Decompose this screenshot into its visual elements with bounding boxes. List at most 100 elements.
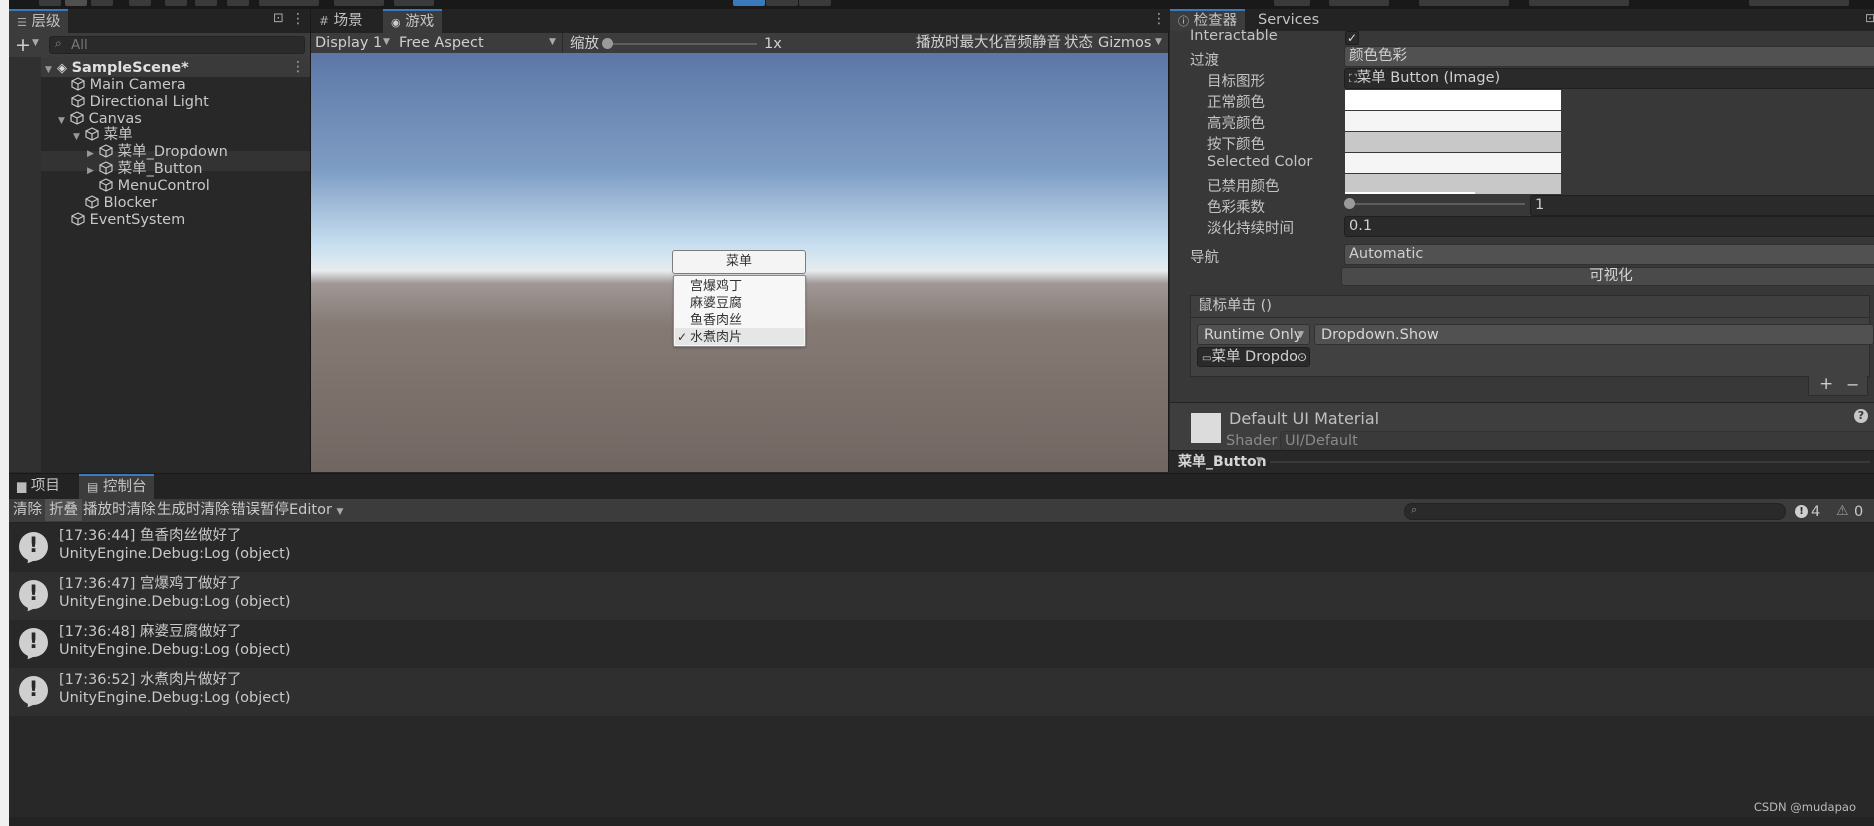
chevron-down-icon: ▼ xyxy=(383,37,390,47)
console-search-input[interactable]: ⌕ xyxy=(1404,503,1786,520)
pause-button[interactable] xyxy=(766,0,798,6)
search-icon: ⌕ xyxy=(55,36,62,50)
scale-slider-track[interactable] xyxy=(607,43,757,45)
dropdown-option-selected[interactable]: 水煮肉片 xyxy=(690,329,742,346)
toolbar-button[interactable] xyxy=(129,0,151,6)
info-log-icon xyxy=(19,628,48,657)
tab-project-label: 项目 xyxy=(30,478,60,494)
stats-toggle[interactable]: 状态 xyxy=(1064,33,1093,53)
tab-game[interactable]: ◉ 游戏 xyxy=(383,9,443,33)
chevron-down-icon[interactable]: ▼ xyxy=(32,38,39,48)
interactable-label: Interactable xyxy=(1190,28,1278,44)
color-multiplier-input[interactable]: 1 xyxy=(1530,195,1874,216)
collapse-toggle[interactable]: 折叠 xyxy=(45,499,82,521)
target-graphic-field[interactable]: ⛶菜单 Button (Image) xyxy=(1344,68,1874,89)
runtime-value: Runtime Only xyxy=(1204,327,1303,343)
clear-button[interactable]: 清除 xyxy=(9,499,46,521)
toolbar-button[interactable] xyxy=(394,0,434,6)
menu-button[interactable]: 菜单 xyxy=(672,250,806,274)
more-menu-icon[interactable]: ⊡ xyxy=(1865,11,1874,25)
toolbar-button[interactable] xyxy=(1749,0,1849,6)
target-graphic-label: 目标图形 xyxy=(1207,74,1265,90)
runtime-select[interactable]: Runtime Only ▼ xyxy=(1197,324,1310,345)
color-multiplier-thumb[interactable] xyxy=(1344,198,1355,209)
toolbar-button[interactable] xyxy=(259,0,319,6)
highlight-color-swatch[interactable] xyxy=(1345,111,1561,131)
toolbar-button[interactable] xyxy=(1274,0,1310,6)
pressed-color-swatch[interactable] xyxy=(1345,132,1561,152)
transition-select[interactable]: 颜色色彩 xyxy=(1344,46,1874,67)
tab-console[interactable]: ▤ 控制台 xyxy=(79,474,155,499)
hierarchy-item-eventsystem[interactable]: EventSystem xyxy=(71,210,185,230)
gizmos-toggle[interactable]: Gizmos xyxy=(1098,33,1151,53)
toolbar-button[interactable] xyxy=(39,0,61,6)
lock-icon[interactable]: ⊡ xyxy=(273,11,284,26)
shader-select[interactable]: UI/Default xyxy=(1280,431,1874,452)
chevron-down-icon[interactable]: ▼ xyxy=(1155,37,1162,47)
toolbar-button[interactable] xyxy=(91,0,113,6)
disabled-color-swatch[interactable] xyxy=(1345,174,1561,194)
editor-select[interactable]: Editor ▼ xyxy=(285,499,347,521)
toolbar-button[interactable] xyxy=(1529,0,1629,6)
error-pause-toggle[interactable]: 错误暂停 xyxy=(227,499,293,521)
toolbar-button[interactable] xyxy=(1329,0,1389,6)
item-label: 菜单 xyxy=(103,127,133,143)
tab-project[interactable]: ▆ 项目 xyxy=(9,474,68,499)
log-row[interactable]: [17:36:52] 水煮肉片做好了 UnityEngine.Debug:Log … xyxy=(9,668,1874,716)
mute-audio-toggle[interactable]: 音频静音 xyxy=(1003,33,1061,53)
object-value: 菜单 Dropdo xyxy=(1211,349,1299,365)
log-row[interactable]: [17:36:44] 鱼香肉丝做好了 UnityEngine.Debug:Log … xyxy=(9,524,1874,572)
toolbar-button[interactable] xyxy=(165,0,187,6)
help-icon[interactable]: ? xyxy=(1854,409,1868,423)
game-viewport[interactable]: 菜单 宫爆鸡丁 麻婆豆腐 鱼香肉丝 水煮肉片 ✓ xyxy=(311,53,1168,472)
object-field[interactable]: ▭菜单 Dropdo ⊙ xyxy=(1197,347,1310,367)
log-row[interactable]: [17:36:47] 宫爆鸡丁做好了 UnityEngine.Debug:Log … xyxy=(9,572,1874,620)
menu-button-label: 菜单 xyxy=(725,254,752,269)
info-count-toggle[interactable]: ! 4 xyxy=(1792,502,1830,522)
display-select[interactable]: Display 1 xyxy=(315,33,382,53)
image-icon: ⛶ xyxy=(1349,72,1357,85)
tab-hierarchy[interactable]: ☰ 层级 xyxy=(9,9,69,33)
object-picker-icon[interactable]: ⊙ xyxy=(1297,348,1307,366)
more-menu-icon[interactable]: ⋮ xyxy=(291,11,305,27)
warn-count-toggle[interactable]: ⚠ 0 xyxy=(1833,502,1871,522)
search-icon: ⌕ xyxy=(1411,503,1418,516)
play-button[interactable] xyxy=(733,0,765,6)
add-listener-button[interactable]: + xyxy=(1819,374,1833,394)
aspect-select[interactable]: Free Aspect xyxy=(399,33,484,53)
item-label: SampleScene* xyxy=(71,60,189,76)
clear-on-play-toggle[interactable]: 播放时清除 xyxy=(79,499,160,521)
add-button[interactable]: + xyxy=(15,34,31,56)
dropdown-list: 宫爆鸡丁 麻婆豆腐 鱼香肉丝 水煮肉片 ✓ xyxy=(673,275,806,347)
footer-object-name[interactable]: 菜单_Button xyxy=(1178,452,1267,472)
fade-duration-input[interactable]: 0.1 xyxy=(1344,216,1874,237)
navigation-select[interactable]: Automatic xyxy=(1344,244,1874,265)
maximize-on-play-toggle[interactable]: 播放时最大化 xyxy=(916,33,1003,53)
hierarchy-search-input[interactable]: ⌕ All xyxy=(49,36,305,54)
toolbar-button[interactable] xyxy=(1419,0,1509,6)
toolbar-button[interactable] xyxy=(65,0,87,6)
visualize-button[interactable]: 可视化 xyxy=(1341,267,1874,286)
normal-color-swatch[interactable] xyxy=(1345,90,1561,110)
chevron-down-icon[interactable]: ▼ xyxy=(1256,456,1263,466)
clear-on-build-toggle[interactable]: 生成时清除 xyxy=(153,499,234,521)
step-button[interactable] xyxy=(799,0,831,6)
dropdown-option[interactable]: 鱼香肉丝 xyxy=(690,312,742,329)
remove-listener-button[interactable]: − xyxy=(1846,375,1859,394)
scale-slider-thumb[interactable] xyxy=(602,38,613,49)
tab-scene[interactable]: # 场景 xyxy=(311,9,371,33)
color-multiplier-slider[interactable] xyxy=(1350,203,1525,205)
tab-hierarchy-label: 层级 xyxy=(31,14,61,30)
scene-more-icon[interactable]: ⋮ xyxy=(291,59,305,75)
function-select[interactable]: Dropdown.Show xyxy=(1314,324,1874,345)
dropdown-option[interactable]: 麻婆豆腐 xyxy=(690,295,742,312)
toolbar-button[interactable] xyxy=(334,0,384,6)
log-row[interactable]: [17:36:48] 麻婆豆腐做好了 UnityEngine.Debug:Log … xyxy=(9,620,1874,668)
gameobject-cube-icon xyxy=(85,195,99,209)
toolbar-button[interactable] xyxy=(195,0,217,6)
dropdown-option[interactable]: 宫爆鸡丁 xyxy=(690,278,742,295)
interactable-checkbox[interactable]: ✓ xyxy=(1345,31,1359,45)
selected-color-swatch[interactable] xyxy=(1345,153,1561,173)
toolbar-button[interactable] xyxy=(227,0,249,6)
more-menu-icon[interactable]: ⋮ xyxy=(1152,11,1166,27)
